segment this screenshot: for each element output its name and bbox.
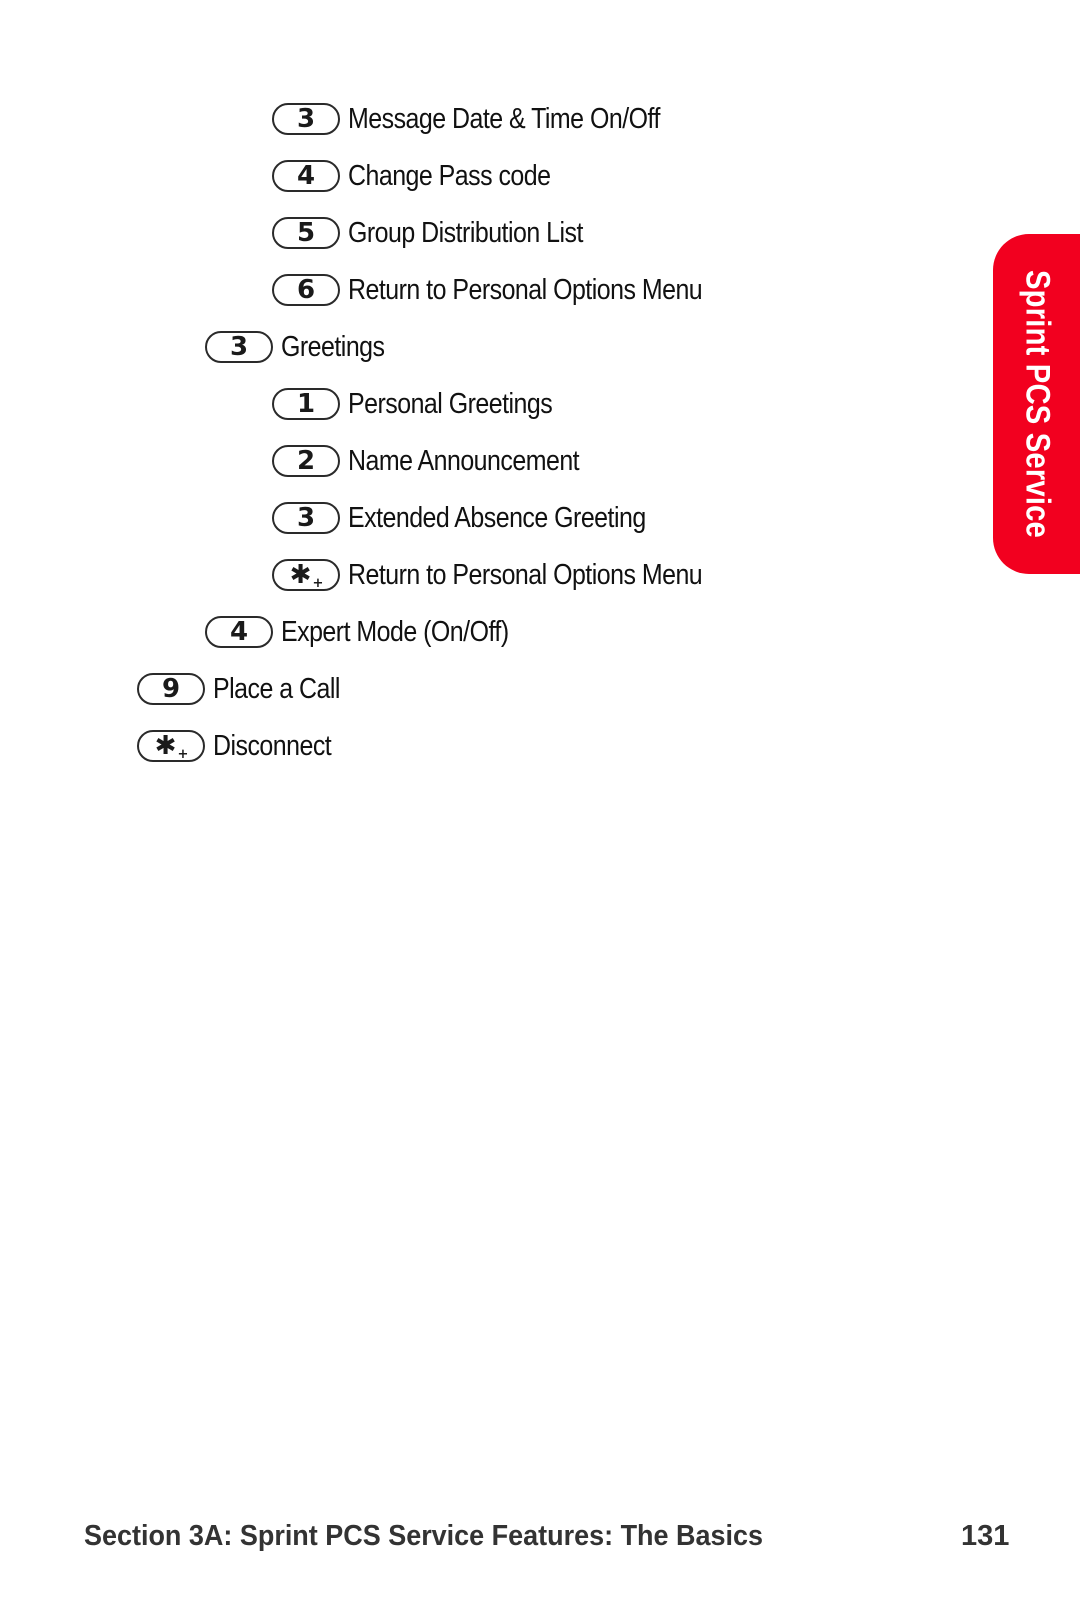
key-star-icon: ✱ +: [137, 730, 205, 762]
menu-item: 5 Group Distribution List: [272, 213, 621, 253]
key-label: ✱: [154, 731, 177, 761]
key-label: 4: [296, 161, 316, 191]
menu-item-label: Extended Absence Greeting: [348, 501, 646, 534]
menu-item-label: Change Pass code: [348, 159, 551, 192]
menu-item-label: Expert Mode (On/Off): [281, 615, 509, 648]
menu-item: 2 Name Announcement: [272, 441, 617, 481]
key-label: 3: [296, 104, 316, 134]
key-6-icon: 6: [272, 274, 340, 306]
menu-item: 4 Change Pass code: [272, 156, 583, 196]
menu-item-label: Greetings: [281, 330, 385, 363]
key-plus-label: +: [177, 746, 189, 762]
menu-item: 9 Place a Call: [137, 669, 361, 709]
key-5-icon: 5: [272, 217, 340, 249]
menu-item-label: Return to Personal Options Menu: [348, 273, 703, 306]
key-9-icon: 9: [137, 673, 205, 705]
menu-item: ✱ + Return to Personal Options Menu: [272, 555, 760, 595]
page-number: 131: [961, 1520, 1010, 1552]
menu-item: 3 Greetings: [205, 327, 401, 367]
key-label: 9: [161, 674, 181, 704]
key-label: 3: [229, 332, 249, 362]
page-footer: Section 3A: Sprint PCS Service Features:…: [84, 1520, 1014, 1560]
menu-item-label: Place a Call: [213, 672, 340, 705]
menu-item: 6 Return to Personal Options Menu: [272, 270, 760, 310]
menu-item-label: Disconnect: [213, 729, 332, 762]
key-3-icon: 3: [272, 502, 340, 534]
menu-item: 4 Expert Mode (On/Off): [205, 612, 546, 652]
key-label: ✱: [289, 560, 312, 590]
key-4-icon: 4: [272, 160, 340, 192]
key-2-icon: 2: [272, 445, 340, 477]
key-plus-label: +: [312, 575, 324, 591]
menu-item: 3 Message Date & Time On/Off: [272, 99, 711, 139]
key-label: 5: [296, 218, 316, 248]
key-label: 1: [296, 389, 316, 419]
menu-item-label: Message Date & Time On/Off: [348, 102, 660, 135]
key-label: 6: [296, 275, 316, 305]
menu-item: 3 Extended Absence Greeting: [272, 498, 694, 538]
side-tab-label: Sprint PCS Service: [1018, 270, 1056, 538]
footer-section-title: Section 3A: Sprint PCS Service Features:…: [84, 1520, 763, 1552]
menu-item: 1 Personal Greetings: [272, 384, 585, 424]
key-4-icon: 4: [205, 616, 273, 648]
key-star-icon: ✱ +: [272, 559, 340, 591]
key-3-icon: 3: [205, 331, 273, 363]
menu-item: ✱ + Disconnect: [137, 726, 350, 766]
key-label: 2: [296, 446, 316, 476]
menu-item-label: Return to Personal Options Menu: [348, 558, 703, 591]
key-label: 3: [296, 503, 316, 533]
section-side-tab: Sprint PCS Service: [993, 234, 1080, 574]
menu-item-label: Name Announcement: [348, 444, 580, 477]
menu-item-label: Group Distribution List: [348, 216, 583, 249]
key-1-icon: 1: [272, 388, 340, 420]
key-label: 4: [229, 617, 249, 647]
key-3-icon: 3: [272, 103, 340, 135]
menu-item-label: Personal Greetings: [348, 387, 553, 420]
